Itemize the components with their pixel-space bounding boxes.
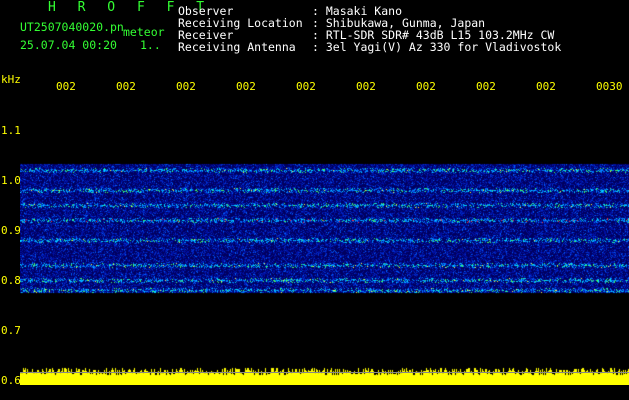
y-tick-label: 0.7 (1, 324, 21, 337)
y-tick-label: 0.8 (1, 274, 21, 287)
x-tick-label: 002 (356, 80, 376, 93)
timestamp: 25.07.04 00:20 (20, 38, 117, 52)
x-tick-label: 002 (56, 80, 76, 93)
baseline-divider (20, 372, 629, 373)
x-tick-label: 002 (476, 80, 496, 93)
antenna-value: : 3el Yagi(V) Az 330 for Vladivostok (312, 40, 562, 54)
x-tick-label: 002 (296, 80, 316, 93)
x-tick-label: 0030 (596, 80, 623, 93)
y-tick-label: 0.9 (1, 224, 21, 237)
y-tick-label: 1.0 (1, 174, 21, 187)
y-tick-label: 0.6 (1, 374, 21, 387)
y-unit-label: kHz (1, 73, 21, 86)
file-name: UT2507040020.pn (20, 20, 124, 34)
y-tick-label: 1.1 (1, 124, 21, 137)
x-tick-label: 002 (236, 80, 256, 93)
x-tick-label: 002 (416, 80, 436, 93)
antenna-label: Receiving Antenna (178, 40, 296, 54)
event-type: meteor (123, 25, 165, 39)
x-tick-label: 002 (536, 80, 556, 93)
count-label: 1.. (140, 38, 161, 52)
x-tick-label: 002 (176, 80, 196, 93)
x-tick-label: 002 (116, 80, 136, 93)
spectrogram (20, 95, 629, 385)
